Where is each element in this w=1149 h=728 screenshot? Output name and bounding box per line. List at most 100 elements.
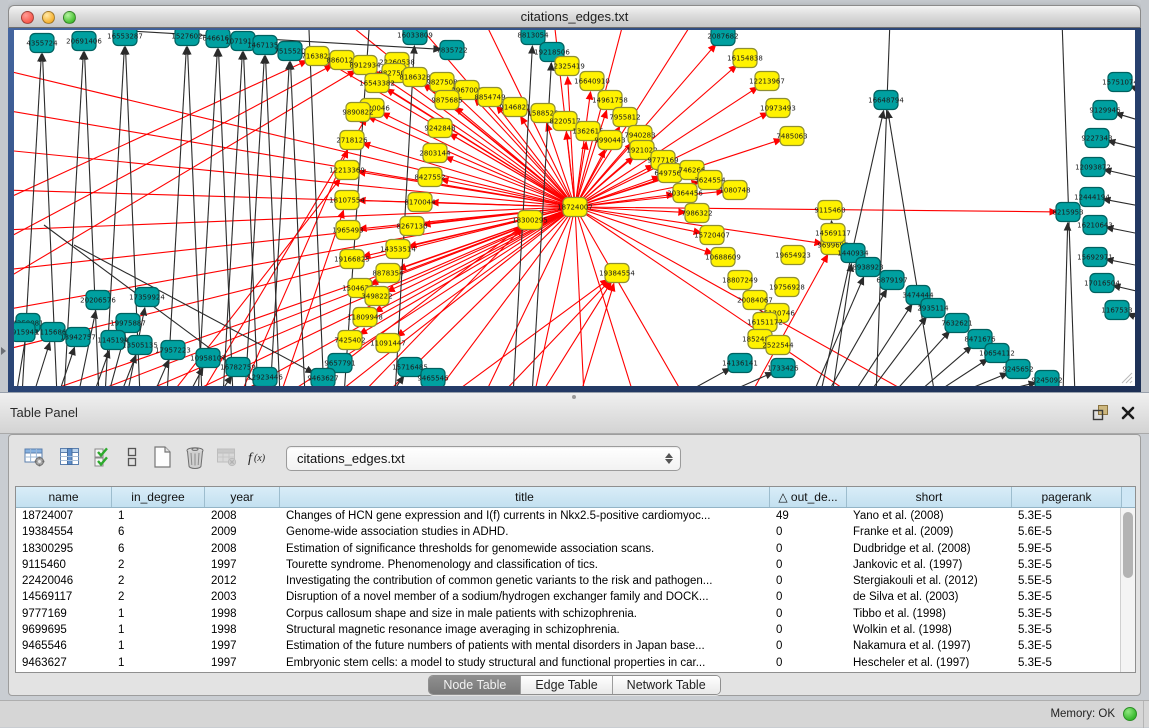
- cell-short[interactable]: Hescheler et al. (1997): [847, 655, 1012, 671]
- cell-in_degree[interactable]: 2: [112, 589, 205, 605]
- graph-node[interactable]: 8938923: [852, 258, 883, 277]
- cell-out_de[interactable]: 49: [770, 508, 847, 524]
- row-options-icon[interactable]: [118, 443, 146, 471]
- cell-year[interactable]: 1997: [205, 557, 280, 573]
- column-chooser-icon[interactable]: [56, 443, 84, 471]
- graph-node[interactable]: 7986322: [681, 204, 712, 223]
- cell-year[interactable]: 2008: [205, 508, 280, 524]
- table-row[interactable]: 2242004622012Investigating the contribut…: [16, 573, 1135, 589]
- cell-title[interactable]: Corpus callosum shape and size in male p…: [280, 606, 770, 622]
- graph-node[interactable]: 7835722: [436, 41, 467, 60]
- cell-out_de[interactable]: 0: [770, 524, 847, 540]
- graph-node[interactable]: 15692971: [1077, 248, 1113, 267]
- cell-year[interactable]: 1998: [205, 622, 280, 638]
- cell-title[interactable]: Genome-wide association studies in ADHD.: [280, 524, 770, 540]
- cell-pagerank[interactable]: 5.3E-5: [1012, 622, 1122, 638]
- graph-node[interactable]: 16648794: [868, 91, 904, 110]
- table-row[interactable]: 911546021997Tourette syndrome. Phenomeno…: [16, 557, 1135, 573]
- column-header-short[interactable]: short: [847, 487, 1012, 507]
- table-row[interactable]: 1456911722003Disruption of a novel membe…: [16, 589, 1135, 605]
- new-file-icon[interactable]: [148, 443, 176, 471]
- graph-node[interactable]: 2935114: [917, 299, 949, 318]
- cell-name[interactable]: 9463627: [16, 655, 112, 671]
- graph-node[interactable]: 1167533: [1101, 301, 1132, 320]
- graph-node[interactable]: 6879197: [876, 271, 907, 290]
- graph-node[interactable]: 9242848: [424, 119, 455, 138]
- table-selector-dropdown[interactable]: citations_edges.txt: [286, 446, 681, 471]
- graph-node[interactable]: 19384554: [599, 264, 635, 283]
- graph-node[interactable]: 14961758: [592, 91, 628, 110]
- cell-title[interactable]: Estimation of the future numbers of pati…: [280, 638, 770, 654]
- graph-node[interactable]: 8878354: [372, 264, 404, 283]
- graph-node[interactable]: 16154838: [727, 49, 763, 68]
- cell-in_degree[interactable]: 1: [112, 622, 205, 638]
- graph-node[interactable]: 15751074: [1102, 73, 1135, 92]
- splitter-handle[interactable]: [572, 395, 576, 399]
- graph-node[interactable]: 2803144: [419, 144, 451, 163]
- graph-node[interactable]: 1733426: [767, 359, 799, 378]
- cell-year[interactable]: 2009: [205, 524, 280, 540]
- table-settings-icon[interactable]: [21, 443, 49, 471]
- cell-short[interactable]: de Silva et al. (2003): [847, 589, 1012, 605]
- cell-title[interactable]: Tourette syndrome. Phenomenology and cla…: [280, 557, 770, 573]
- cell-pagerank[interactable]: 5.3E-5: [1012, 508, 1122, 524]
- cell-short[interactable]: Wolkin et al. (1998): [847, 622, 1012, 638]
- cell-out_de[interactable]: 0: [770, 606, 847, 622]
- cell-in_degree[interactable]: 6: [112, 524, 205, 540]
- graph-node[interactable]: 1965493: [332, 221, 363, 240]
- cell-short[interactable]: Yano et al. (2008): [847, 508, 1012, 524]
- graph-node[interactable]: 4355724: [26, 34, 58, 53]
- cell-title[interactable]: Changes of HCN gene expression and I(f) …: [280, 508, 770, 524]
- graph-node[interactable]: 8215953: [1052, 203, 1083, 222]
- cell-short[interactable]: Dudbridge et al. (2008): [847, 541, 1012, 557]
- graph-node[interactable]: 7425402: [334, 331, 365, 350]
- resize-grip-icon[interactable]: [1119, 370, 1133, 384]
- cell-out_de[interactable]: 0: [770, 589, 847, 605]
- graph-node[interactable]: 1080748: [719, 181, 750, 200]
- table-row[interactable]: 946362711997Embryonic stem cells: a mode…: [16, 655, 1135, 671]
- graph-node[interactable]: 7485063: [776, 127, 807, 146]
- scrollbar-thumb[interactable]: [1123, 512, 1133, 578]
- graph-node[interactable]: 14353514: [380, 240, 416, 259]
- trash-icon[interactable]: [181, 443, 209, 471]
- window-titlebar[interactable]: citations_edges.txt: [8, 5, 1141, 28]
- column-header-title[interactable]: title: [280, 487, 770, 507]
- cell-pagerank[interactable]: 5.9E-5: [1012, 541, 1122, 557]
- graph-node[interactable]: 16210643: [1077, 216, 1113, 235]
- cell-in_degree[interactable]: 1: [112, 606, 205, 622]
- graph-node[interactable]: 9465546: [417, 369, 449, 387]
- cell-pagerank[interactable]: 5.3E-5: [1012, 606, 1122, 622]
- cell-name[interactable]: 18300295: [16, 541, 112, 557]
- cell-name[interactable]: 18724007: [16, 508, 112, 524]
- cell-pagerank[interactable]: 5.3E-5: [1012, 557, 1122, 573]
- column-header-in_degree[interactable]: in_degree: [112, 487, 205, 507]
- cell-year[interactable]: 1997: [205, 638, 280, 654]
- graph-node[interactable]: 9463627: [307, 369, 338, 387]
- cell-year[interactable]: 2008: [205, 541, 280, 557]
- cell-out_de[interactable]: 0: [770, 622, 847, 638]
- graph-node[interactable]: 17016504: [1084, 274, 1120, 293]
- cell-in_degree[interactable]: 6: [112, 541, 205, 557]
- cell-year[interactable]: 1997: [205, 655, 280, 671]
- column-header-pagerank[interactable]: pagerank: [1012, 487, 1122, 507]
- graph-node[interactable]: 1527602: [171, 30, 202, 46]
- graph-node[interactable]: 2522544: [762, 336, 794, 355]
- graph-node[interactable]: 19756928: [769, 278, 805, 297]
- function-builder-icon[interactable]: f (x): [245, 443, 273, 471]
- table-scrollbar[interactable]: [1120, 508, 1135, 672]
- cell-title[interactable]: Structural magnetic resonance image aver…: [280, 622, 770, 638]
- graph-node[interactable]: 2087682: [707, 30, 738, 46]
- graph-node[interactable]: 9227343: [1081, 129, 1112, 148]
- graph-node[interactable]: 8912934: [349, 56, 381, 75]
- graph-node[interactable]: 15720407: [694, 226, 730, 245]
- cell-short[interactable]: Nakamura et al. (1997): [847, 638, 1012, 654]
- column-header-name[interactable]: name: [16, 487, 112, 507]
- cell-name[interactable]: 9699695: [16, 622, 112, 638]
- cell-name[interactable]: 9465546: [16, 638, 112, 654]
- close-icon[interactable]: [1121, 406, 1135, 420]
- cell-pagerank[interactable]: 5.3E-5: [1012, 638, 1122, 654]
- graph-node[interactable]: 7632621: [941, 314, 972, 333]
- tab-edge-table[interactable]: Edge Table: [521, 676, 612, 694]
- panel-collapse-arrow[interactable]: [1, 347, 6, 355]
- cell-in_degree[interactable]: 1: [112, 508, 205, 524]
